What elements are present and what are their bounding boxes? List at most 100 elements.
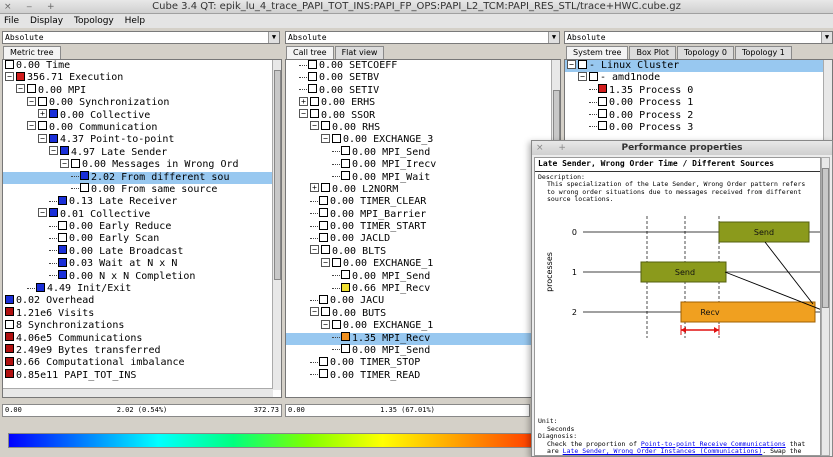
metric-item-row[interactable]: 1.21e6 Visits — [3, 307, 273, 320]
collapse-icon[interactable]: − — [16, 84, 25, 94]
metric-item-row[interactable]: 0.00 Early Reduce — [3, 220, 273, 233]
call-item-row[interactable]: 0.00 JACLD — [286, 232, 552, 245]
metric-item-row[interactable]: 2.02 From different sou — [3, 171, 273, 184]
metric-item-row[interactable]: 4.06e5 Communications — [3, 332, 273, 345]
call-item-row[interactable]: 0.00 MPI_Send — [286, 146, 552, 159]
metric-item-row[interactable]: 0.13 Late Receiver — [3, 195, 273, 208]
call-item-row[interactable]: 0.00 TIMER_READ — [286, 369, 552, 382]
collapse-icon[interactable]: − — [5, 71, 14, 81]
collapse-icon[interactable]: − — [38, 133, 47, 143]
tab-system-tree[interactable]: System tree — [566, 46, 629, 59]
call-item-row[interactable]: 0.00 SETIV — [286, 84, 552, 97]
call-item-row[interactable]: +0.00 ERHS — [286, 96, 552, 109]
system-item-row[interactable]: − - Linux Cluster — [565, 60, 824, 73]
metric-item-row[interactable]: − 0.00 Messages in Wrong Ord — [3, 158, 273, 171]
call-item-row[interactable]: − 0.00 EXCHANGE_1 — [286, 319, 552, 332]
system-mode-select[interactable]: Absolute ▼ — [564, 31, 833, 44]
call-item-row[interactable]: − 0.00 EXCHANGE_1 — [286, 257, 552, 270]
menu-file[interactable]: File — [4, 16, 19, 26]
call-item-row[interactable]: 0.00 TIMER_STOP — [286, 356, 552, 369]
metric-item-row[interactable]: 2.49e9 Bytes transferred — [3, 344, 273, 357]
system-item-row[interactable]: 0.00 Process 3 — [565, 121, 824, 134]
menu-help[interactable]: Help — [125, 16, 146, 26]
metric-item-row[interactable]: − 356.71 Execution — [3, 71, 273, 84]
call-item-row[interactable]: − 0.00 EXCHANGE_3 — [286, 133, 552, 146]
metric-item-row[interactable]: − 4.97 Late Sender — [3, 146, 273, 159]
call-item-row[interactable]: 0.00 MPI_Irecv — [286, 158, 552, 171]
call-mode-select[interactable]: Absolute ▼ — [285, 31, 560, 44]
call-item-row[interactable]: 0.00 JACU — [286, 294, 552, 307]
metric-item-row[interactable]: +0.00 Collective — [3, 109, 273, 122]
menu-display[interactable]: Display — [30, 16, 63, 26]
collapse-icon[interactable]: − — [321, 319, 330, 329]
call-item-row[interactable]: − 0.00 BLTS — [286, 245, 552, 258]
metric-item-row[interactable]: 0.03 Wait at N x N — [3, 257, 273, 270]
tab-box-plot[interactable]: Box Plot — [629, 46, 676, 59]
system-vscroll[interactable] — [823, 60, 832, 140]
call-item-row[interactable]: 0.00 MPI_Send — [286, 270, 552, 283]
system-item-row[interactable]: 1.35 Process 0 — [565, 84, 824, 97]
metric-item-row[interactable]: − 0.00 Communication — [3, 121, 273, 134]
expand-icon[interactable]: + — [38, 109, 47, 119]
metric-item-row[interactable]: 4.49 Init/Exit — [3, 282, 273, 295]
metric-item-row[interactable]: − 0.00 MPI — [3, 84, 273, 97]
tab-flat-view[interactable]: Flat view — [334, 46, 385, 59]
collapse-icon[interactable]: − — [310, 121, 319, 131]
tab-topology-1[interactable]: Topology 1 — [734, 46, 792, 59]
tab-call-tree[interactable]: Call tree — [286, 46, 334, 59]
collapse-icon[interactable]: − — [299, 109, 308, 119]
collapse-icon[interactable]: − — [38, 208, 47, 218]
metric-item-row[interactable]: 0.00 Late Broadcast — [3, 245, 273, 258]
metric-item-row[interactable]: 0.02 Overhead — [3, 294, 273, 307]
system-item-row[interactable]: 0.00 Process 2 — [565, 109, 824, 122]
call-item-row[interactable]: − 0.00 SSOR — [286, 109, 552, 122]
window-controls[interactable]: × ‒ + — [4, 0, 61, 14]
metric-item-row[interactable]: 0.66 Computational imbalance — [3, 356, 273, 369]
call-item-row[interactable]: 0.00 SETBV — [286, 71, 552, 84]
metric-vscroll[interactable] — [272, 60, 281, 390]
call-item-row[interactable]: − 0.00 BUTS — [286, 307, 552, 320]
metric-item-row[interactable]: 0.00 From same source — [3, 183, 273, 196]
dialog-window-controls[interactable]: × + — [536, 141, 572, 155]
call-item-row[interactable]: 0.00 TIMER_START — [286, 220, 552, 233]
metric-item-row[interactable]: 0.00 Early Scan — [3, 232, 273, 245]
metric-item-row[interactable]: 0.00 Time — [3, 60, 273, 72]
metric-item-row[interactable]: 0.85e11 PAPI_TOT_INS — [3, 369, 273, 382]
call-item-row[interactable]: 1.35 MPI_Recv — [286, 332, 552, 345]
metric-item-row[interactable]: 0.00 N x N Completion — [3, 270, 273, 283]
menu-topology[interactable]: Topology — [74, 16, 114, 26]
metric-item-row[interactable]: − 4.37 Point-to-point — [3, 133, 273, 146]
collapse-icon[interactable]: − — [321, 257, 330, 267]
collapse-icon[interactable]: − — [310, 307, 319, 317]
severity-color-icon — [60, 146, 69, 156]
collapse-icon[interactable]: − — [27, 96, 36, 106]
call-item-row[interactable]: 0.00 MPI_Barrier — [286, 208, 552, 221]
metric-item-row[interactable]: 8 Synchronizations — [3, 319, 273, 332]
collapse-icon[interactable]: − — [310, 245, 319, 255]
collapse-icon[interactable]: − — [49, 146, 58, 156]
tab-metric-tree[interactable]: Metric tree — [3, 46, 61, 59]
system-item-row[interactable]: − - amd1node — [565, 71, 824, 84]
call-item-row[interactable]: 0.66 MPI_Recv — [286, 282, 552, 295]
collapse-icon[interactable]: − — [321, 133, 330, 143]
call-item-row[interactable]: +0.00 L2NORM — [286, 183, 552, 196]
system-item-row[interactable]: 0.00 Process 1 — [565, 96, 824, 109]
call-item-row[interactable]: 0.00 TIMER_CLEAR — [286, 195, 552, 208]
call-item-row[interactable]: 0.00 SETCOEFF — [286, 60, 552, 72]
call-item-row[interactable]: 0.00 MPI_Wait — [286, 171, 552, 184]
metric-hscroll[interactable] — [3, 388, 273, 397]
collapse-icon[interactable]: − — [60, 158, 69, 168]
collapse-icon[interactable]: − — [27, 121, 36, 131]
metric-mode-select[interactable]: Absolute ▼ — [2, 31, 280, 44]
call-item-row[interactable]: − 0.00 RHS — [286, 121, 552, 134]
expand-icon[interactable]: + — [310, 183, 319, 193]
metric-item-row[interactable]: − 0.00 Synchronization — [3, 96, 273, 109]
metric-item-row[interactable]: − 0.01 Collective — [3, 208, 273, 221]
collapse-icon[interactable]: − — [567, 60, 576, 69]
expand-icon[interactable]: + — [299, 96, 308, 106]
collapse-icon[interactable]: − — [578, 71, 587, 81]
call-item-row[interactable]: 0.00 MPI_Send — [286, 344, 552, 357]
tab-topology-0[interactable]: Topology 0 — [676, 46, 734, 59]
tree-connector — [49, 275, 57, 277]
dialog-vscroll[interactable] — [821, 157, 830, 456]
